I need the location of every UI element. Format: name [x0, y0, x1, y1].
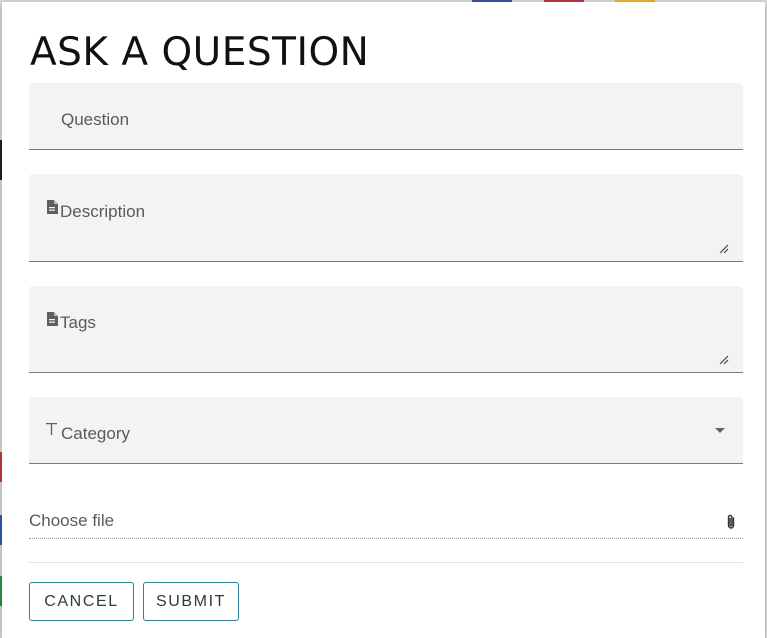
question-field[interactable]: Question: [29, 83, 743, 150]
description-field[interactable]: Description: [29, 174, 743, 262]
resize-handle-icon[interactable]: [719, 241, 729, 254]
paperclip-icon[interactable]: [725, 514, 737, 535]
dropdown-arrow-icon[interactable]: [715, 428, 725, 433]
tags-label: Tags: [60, 313, 96, 332]
document-icon: [46, 200, 58, 217]
tags-field[interactable]: Tags: [29, 286, 743, 373]
category-label: Category: [61, 424, 130, 443]
file-chooser[interactable]: Choose file: [29, 508, 743, 539]
ask-question-dialog: ASK A QUESTION Question Description Tags…: [2, 2, 765, 638]
text-type-icon: [46, 422, 57, 438]
cancel-button[interactable]: CANCEL: [29, 582, 134, 621]
question-label: Question: [61, 110, 130, 129]
divider: [29, 562, 743, 563]
file-chooser-label: Choose file: [29, 511, 115, 530]
document-icon: [46, 312, 58, 329]
resize-handle-icon[interactable]: [719, 352, 729, 365]
category-select[interactable]: Category: [29, 397, 743, 464]
dialog-title: ASK A QUESTION: [30, 30, 370, 75]
description-label: Description: [60, 202, 146, 221]
submit-button[interactable]: SUBMIT: [143, 582, 239, 621]
